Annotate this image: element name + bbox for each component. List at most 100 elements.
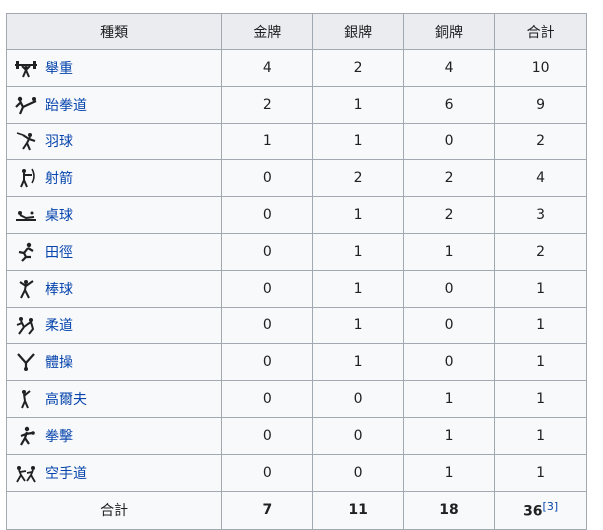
sport-cell: 跆拳道 (5, 85, 223, 124)
table-row: 舉重 4 2 4 10 (5, 49, 587, 87)
baseball-icon[interactable] (13, 278, 39, 300)
table-tennis-icon[interactable] (13, 204, 39, 226)
bronze-cell: 6 (402, 85, 496, 124)
sport-link[interactable]: 羽球 (45, 131, 73, 151)
sport-cell: 拳擊 (5, 416, 223, 455)
totals-total-value: 36 (523, 503, 543, 520)
gold-cell: 0 (221, 380, 314, 418)
sport-link[interactable]: 空手道 (45, 463, 87, 483)
sport-link[interactable]: 體操 (45, 352, 73, 372)
table-row: 田徑 0 1 1 2 (5, 232, 587, 271)
silver-cell: 1 (312, 85, 404, 124)
total-cell: 1 (494, 306, 587, 345)
total-cell: 9 (494, 85, 587, 124)
gold-cell: 0 (221, 343, 314, 382)
gold-cell: 0 (221, 416, 314, 455)
sport-link[interactable]: 棒球 (45, 279, 73, 299)
bronze-cell: 0 (402, 269, 496, 308)
golf-icon[interactable] (13, 388, 39, 410)
header-total[interactable]: 合計 (494, 13, 587, 50)
gold-cell: 0 (221, 306, 314, 345)
boxing-icon[interactable] (13, 425, 39, 447)
table-row: 射箭 0 2 2 4 (5, 159, 587, 198)
header-bronze[interactable]: 銅牌 (402, 13, 496, 50)
totals-silver: 11 (312, 490, 404, 530)
total-cell: 1 (494, 269, 587, 308)
table-row: 柔道 0 1 0 1 (5, 306, 587, 345)
silver-cell: 1 (312, 306, 404, 345)
sport-cell: 柔道 (5, 306, 223, 345)
silver-cell: 0 (312, 380, 404, 418)
footnote-link[interactable]: [3] (543, 500, 559, 513)
weightlifting-icon[interactable] (13, 57, 39, 79)
sport-link[interactable]: 跆拳道 (45, 95, 87, 115)
sport-link[interactable]: 柔道 (45, 315, 73, 335)
taekwondo-icon[interactable] (13, 94, 39, 116)
bronze-cell: 0 (402, 122, 496, 161)
bronze-cell: 0 (402, 306, 496, 345)
sport-cell: 體操 (5, 343, 223, 382)
sport-link[interactable]: 桌球 (45, 205, 73, 225)
gold-cell: 0 (221, 453, 314, 492)
silver-cell: 1 (312, 269, 404, 308)
header-row: 種類 金牌 銀牌 銅牌 合計 (5, 13, 587, 50)
sport-link[interactable]: 舉重 (45, 58, 73, 78)
bronze-cell: 4 (402, 49, 496, 87)
bronze-cell: 1 (402, 416, 496, 455)
gold-cell: 0 (221, 159, 314, 198)
header-silver[interactable]: 銀牌 (312, 13, 404, 50)
table-row: 空手道 0 0 1 1 (5, 453, 587, 492)
gold-cell: 4 (221, 49, 314, 87)
total-cell: 2 (494, 232, 587, 271)
silver-cell: 1 (312, 196, 404, 234)
totals-total: 36[3] (494, 490, 587, 530)
judo-icon[interactable] (13, 314, 39, 336)
bronze-cell: 1 (402, 232, 496, 271)
badminton-icon[interactable] (13, 130, 39, 152)
silver-cell: 0 (312, 416, 404, 455)
table-row: 拳擊 0 0 1 1 (5, 416, 587, 455)
header-sport[interactable]: 種類 (5, 13, 223, 50)
table-row: 棒球 0 1 0 1 (5, 269, 587, 308)
total-cell: 1 (494, 343, 587, 382)
gymnastics-icon[interactable] (13, 351, 39, 373)
sport-cell: 桌球 (5, 196, 223, 234)
silver-cell: 2 (312, 49, 404, 87)
table-row: 羽球 1 1 0 2 (5, 122, 587, 161)
archery-icon[interactable] (13, 167, 39, 189)
totals-bronze: 18 (402, 490, 496, 530)
sport-link[interactable]: 射箭 (45, 168, 73, 188)
footnote-sup: [3] (543, 500, 559, 513)
table-row: 跆拳道 2 1 6 9 (5, 85, 587, 124)
athletics-icon[interactable] (13, 241, 39, 263)
karate-icon[interactable] (13, 462, 39, 484)
gold-cell: 2 (221, 85, 314, 124)
totals-row: 合計 7 11 18 36[3] (5, 490, 587, 530)
silver-cell: 1 (312, 122, 404, 161)
total-cell: 10 (494, 49, 587, 87)
table-row: 體操 0 1 0 1 (5, 343, 587, 382)
sport-cell: 射箭 (5, 159, 223, 198)
sport-cell: 田徑 (5, 232, 223, 271)
bronze-cell: 2 (402, 196, 496, 234)
totals-gold: 7 (221, 490, 314, 530)
sport-link[interactable]: 高爾夫 (45, 389, 87, 409)
medal-table: 種類 金牌 銀牌 銅牌 合計 舉重 4 2 4 10 跆拳道 2 1 6 9 羽球 1 1 0 2 射箭 0 2 2… (5, 13, 587, 530)
total-cell: 1 (494, 416, 587, 455)
sport-link[interactable]: 拳擊 (45, 426, 73, 446)
silver-cell: 1 (312, 232, 404, 271)
total-cell: 4 (494, 159, 587, 198)
total-cell: 1 (494, 380, 587, 418)
table-row: 高爾夫 0 0 1 1 (5, 380, 587, 418)
bronze-cell: 0 (402, 343, 496, 382)
bronze-cell: 1 (402, 453, 496, 492)
gold-cell: 0 (221, 232, 314, 271)
total-cell: 3 (494, 196, 587, 234)
sport-cell: 棒球 (5, 269, 223, 308)
header-gold[interactable]: 金牌 (221, 13, 314, 50)
sport-cell: 舉重 (5, 49, 223, 87)
sport-link[interactable]: 田徑 (45, 242, 73, 262)
bronze-cell: 2 (402, 159, 496, 198)
sport-cell: 空手道 (5, 453, 223, 492)
gold-cell: 0 (221, 269, 314, 308)
